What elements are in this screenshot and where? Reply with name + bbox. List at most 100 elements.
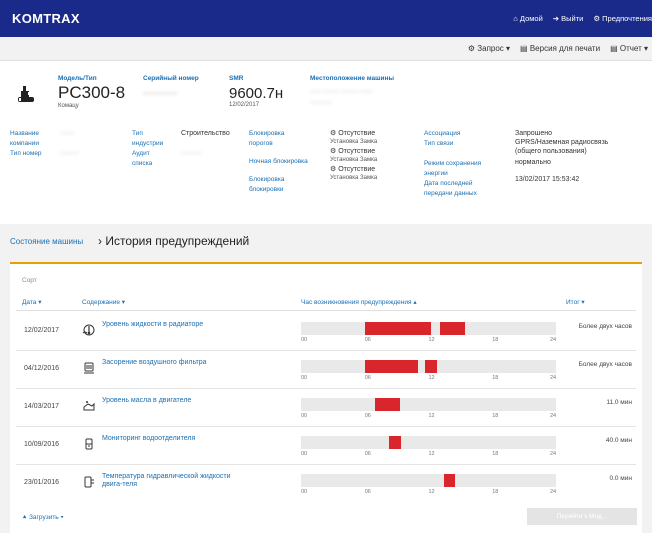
hours-tick-labels: 00 06 12 18 24 — [301, 337, 556, 345]
row-divider — [16, 388, 636, 389]
hours-timeline-bar — [301, 322, 556, 335]
lock-values: ⚙ Отсутствие Установка Замка ⚙ Отсутстви… — [330, 130, 378, 181]
header-total[interactable]: Итог ▾ — [566, 298, 585, 306]
row-date: 12/02/2017 — [24, 327, 60, 334]
table-row: 23/01/2016 Температура гидравлической жид… — [10, 466, 642, 504]
location-label: Местоположение машины — [310, 75, 394, 82]
smr-label: SMR — [229, 75, 244, 82]
row-divider — [16, 426, 636, 427]
table-row: 04/12/2016 Засорение воздушного фильтра 00… — [10, 352, 642, 390]
serial-block: Серийный номер ········ — [143, 75, 199, 100]
model-block: Модель/Тип PC300-8 Комацу — [58, 75, 125, 109]
comm-block: Ассоциация Тип связи Режим сохранения эн… — [424, 130, 482, 197]
row-divider — [16, 464, 636, 465]
warning-segment — [440, 322, 465, 335]
row-description-link[interactable]: Температура гидравлической жидкости двиг… — [102, 473, 252, 489]
header-content[interactable]: Содержание ▾ — [82, 298, 125, 306]
hours-timeline-bar — [301, 436, 556, 449]
smr-block: SMR 9600.7н 12/02/2017 — [229, 75, 283, 108]
tick-label: 00 — [301, 337, 308, 343]
tick-label: 18 — [492, 413, 499, 419]
load-more-button[interactable]: ⯅ Загрузить ▾ — [22, 514, 64, 522]
lock-status-3: ⚙ Отсутствие — [330, 166, 376, 173]
row-date: 14/03/2017 — [24, 403, 60, 410]
home-link[interactable]: ⌂ Домой — [513, 14, 542, 23]
smr-value: 9600.7н — [229, 85, 284, 102]
hours-tick-labels: 00 06 12 18 24 — [301, 375, 556, 383]
sort-label[interactable]: Сорт — [22, 277, 37, 284]
row-description-link[interactable]: Мониторинг водоотделителя — [102, 435, 252, 443]
warning-segment — [444, 474, 456, 487]
warning-history-panel: Сорт Дата ▾ Содержание ▾ Час возникновен… — [10, 262, 642, 533]
row-total: 0.0 мин — [609, 475, 632, 482]
location-block: Местоположение машины ···· ······ ······… — [310, 75, 394, 107]
lock-block: Блокировка порогов Ночная блокировка Бло… — [249, 130, 308, 193]
logout-link[interactable]: ➔ Выйти — [553, 14, 584, 23]
smr-date: 12/02/2017 — [229, 102, 260, 108]
hours-timeline-bar — [301, 398, 556, 411]
tick-label: 12 — [428, 337, 435, 343]
warning-segment — [375, 398, 400, 411]
header-hours[interactable]: Час возникновения предупреждения ▴ — [301, 298, 417, 306]
air-filter-icon — [82, 361, 96, 375]
model-sub: Комацу — [58, 103, 79, 109]
tick-label: 06 — [364, 451, 371, 457]
tick-label: 00 — [301, 489, 308, 495]
tick-label: 18 — [492, 451, 499, 457]
header-divider — [16, 310, 636, 311]
tick-label: 12 — [428, 375, 435, 381]
tick-label: 00 — [301, 375, 308, 381]
tick-label: 24 — [550, 489, 557, 495]
hours-timeline-bar — [301, 474, 556, 487]
tick-label: 06 — [364, 337, 371, 343]
tick-label: 12 — [428, 451, 435, 457]
toolbar: ⚙ Запрос ▾ ▤ Версия для печати ▤ Отчет ▾ — [0, 37, 652, 61]
tick-label: 24 — [550, 451, 557, 457]
row-description-link[interactable]: Засорение воздушного фильтра — [102, 359, 252, 367]
query-menu-button[interactable]: ⚙ Запрос ▾ — [468, 44, 510, 53]
top-bar: KOMTRAX ⌂ Домой ➔ Выйти ⚙ Предпочтения — [0, 0, 652, 37]
company-block: Название компании Тип номер — [10, 130, 42, 157]
print-version-button[interactable]: ▤ Версия для печати — [520, 44, 600, 53]
oil-level-icon — [82, 399, 96, 413]
row-total: Более двух часов — [578, 323, 632, 330]
report-menu-button[interactable]: ▤ Отчет ▾ — [610, 44, 648, 53]
row-description-link[interactable]: Уровень масла в двигателе — [102, 397, 252, 405]
row-date: 23/01/2016 — [24, 479, 60, 486]
water-separator-icon — [82, 437, 96, 451]
tick-label: 06 — [364, 489, 371, 495]
tick-label: 24 — [550, 375, 557, 381]
location-value: ···· ······ ······ ····· — [310, 87, 373, 96]
tick-label: 12 — [428, 413, 435, 419]
industry-values: Строительство ········· — [181, 130, 230, 157]
breadcrumb-machine-status-link[interactable]: Состояние машины — [10, 237, 83, 246]
serial-value: ········ — [143, 85, 178, 100]
lock-status-1: ⚙ Отсутствие — [330, 130, 376, 137]
row-total: 40.0 мин — [605, 437, 632, 444]
lock-status-2: ⚙ Отсутствие — [330, 148, 376, 155]
comm-values: Запрошено GPRS/Наземная радиосвязь (обще… — [515, 130, 609, 183]
tick-label: 24 — [550, 337, 557, 343]
warning-segment — [389, 436, 401, 449]
row-total: 11.0 мин — [606, 399, 632, 406]
preferences-link[interactable]: ⚙ Предпочтения — [593, 14, 652, 23]
komtrax-logo: KOMTRAX — [12, 11, 80, 26]
company-values: ······ ········ — [60, 130, 79, 157]
serial-label: Серийный номер — [143, 75, 199, 82]
warning-segment — [425, 360, 437, 373]
page-title: › История предупреждений — [98, 234, 250, 248]
excavator-icon — [18, 86, 34, 102]
tick-label: 00 — [301, 413, 308, 419]
header-date[interactable]: Дата ▾ — [22, 298, 41, 306]
tick-label: 06 — [364, 375, 371, 381]
tick-label: 00 — [301, 451, 308, 457]
warning-segment — [364, 360, 418, 373]
coolant-temp-icon — [82, 323, 96, 337]
row-date: 04/12/2016 — [24, 365, 60, 372]
row-description-link[interactable]: Уровень жидкости в радиаторе — [102, 321, 252, 329]
warning-segment — [364, 322, 431, 335]
machine-info-panel: Модель/Тип PC300-8 Комацу Серийный номер… — [0, 61, 652, 224]
table-row: 12/02/2017 Уровень жидкости в радиаторе 00… — [10, 314, 642, 352]
row-date: 10/09/2016 — [24, 441, 60, 448]
tick-label: 24 — [550, 413, 557, 419]
